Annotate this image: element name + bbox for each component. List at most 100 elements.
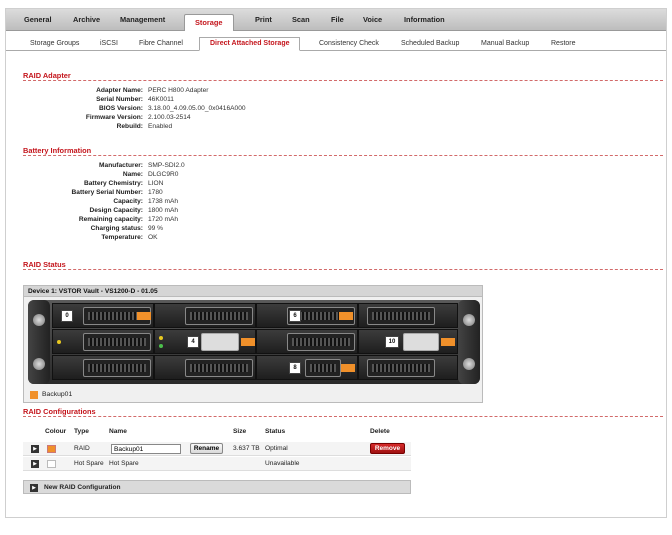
drive-grille <box>190 364 248 372</box>
col-status: Status <box>265 428 286 435</box>
remaining-capacity-label: Remaining capacity: <box>78 216 143 223</box>
bay-number: 8 <box>289 362 301 374</box>
battery-serial-label: Battery Serial Number: <box>71 189 143 196</box>
subtab-storage-groups[interactable]: Storage Groups <box>30 40 79 47</box>
drive-grille <box>88 338 146 346</box>
drive-grille <box>292 338 350 346</box>
tab-archive[interactable]: Archive <box>73 15 100 24</box>
row-type: Hot Spare <box>74 460 104 467</box>
battery-title: Battery Information <box>23 146 92 155</box>
divider <box>23 80 663 81</box>
subtab-consistency-check[interactable]: Consistency Check <box>319 40 379 47</box>
tab-general[interactable]: General <box>24 15 52 24</box>
design-capacity-value: 1800 mAh <box>148 207 179 214</box>
legend-label: Backup01 <box>42 391 73 398</box>
subtab-manual-backup[interactable]: Manual Backup <box>481 40 529 47</box>
serial-number-label: Serial Number: <box>96 96 143 103</box>
tab-storage[interactable]: Storage <box>184 14 234 32</box>
col-size: Size <box>233 428 247 435</box>
drive-bay[interactable] <box>52 329 154 354</box>
tab-storage-label: Storage <box>195 18 223 27</box>
subtab-scheduled-backup[interactable]: Scheduled Backup <box>401 40 459 47</box>
knob-icon <box>33 358 45 370</box>
colour-swatch <box>47 445 56 453</box>
drive-bay[interactable] <box>358 303 458 328</box>
charging-status-label: Charging status: <box>90 225 143 232</box>
tab-voice[interactable]: Voice <box>363 15 382 24</box>
raid-status-title: RAID Status <box>23 260 66 269</box>
left-rack-ear <box>28 300 50 384</box>
new-raid-config-button[interactable]: ▶ New RAID Configuration <box>23 480 411 494</box>
bay-number: 6 <box>289 310 301 322</box>
expand-icon[interactable]: ▶ <box>31 460 39 468</box>
drive-handle <box>201 333 239 351</box>
knob-icon <box>463 314 475 326</box>
drive-bay-0[interactable]: 0 <box>52 303 154 328</box>
bios-version-value: 3.18.00_4.09.05.00_0x0416A000 <box>148 105 246 112</box>
raid-member-indicator <box>137 312 151 320</box>
row-type: RAID <box>74 445 90 452</box>
firmware-version-value: 2.100.03-2514 <box>148 114 191 121</box>
drive-grille <box>88 364 146 372</box>
drive-bay[interactable] <box>52 355 154 380</box>
subtab-iscsi[interactable]: iSCSI <box>100 40 118 47</box>
drive-bay[interactable] <box>154 303 256 328</box>
raid-member-indicator <box>441 338 455 346</box>
rename-button[interactable]: Rename <box>190 443 223 454</box>
subtab-fibre-channel[interactable]: Fibre Channel <box>139 40 183 47</box>
main-nav: General Archive Management Storage Print… <box>6 9 666 32</box>
drive-bay-10[interactable]: 10 <box>358 329 458 354</box>
raid-legend: Backup01 <box>23 387 483 403</box>
colour-swatch <box>47 460 56 468</box>
drive-bay-8[interactable]: 8 <box>256 355 358 380</box>
status-led-icon <box>159 336 163 340</box>
tab-print[interactable]: Print <box>255 15 272 24</box>
legend-swatch <box>30 391 38 399</box>
device-header: Device 1: VSTOR Vault - VS1200-D - 01.05 <box>23 285 483 297</box>
capacity-value: 1738 mAh <box>148 198 179 205</box>
adapter-name-value: PERC H800 Adapter <box>148 87 209 94</box>
right-rack-ear <box>458 300 480 384</box>
capacity-label: Capacity: <box>113 198 143 205</box>
drive-bay[interactable] <box>154 355 256 380</box>
bay-number: 4 <box>187 336 199 348</box>
adapter-name-label: Adapter Name: <box>96 87 143 94</box>
manufacturer-label: Manufacturer: <box>99 162 143 169</box>
charging-status-value: 99 % <box>148 225 164 232</box>
tab-scan[interactable]: Scan <box>292 15 310 24</box>
tab-file[interactable]: File <box>331 15 344 24</box>
row-status: Optimal <box>265 445 288 452</box>
tab-management[interactable]: Management <box>120 15 165 24</box>
firmware-version-label: Firmware Version: <box>85 114 143 121</box>
subtab-direct-attached-storage[interactable]: Direct Attached Storage <box>199 37 301 51</box>
drive-handle <box>287 333 355 351</box>
drive-bay-4[interactable]: 4 <box>154 329 256 354</box>
design-capacity-label: Design Capacity: <box>89 207 144 214</box>
chemistry-value: LION <box>148 180 164 187</box>
col-name: Name <box>109 428 127 435</box>
tab-information[interactable]: Information <box>404 15 445 24</box>
raid-name-input[interactable] <box>111 444 181 454</box>
row-size: 3.637 TB <box>233 445 260 452</box>
row-status: Unavailable <box>265 460 300 467</box>
battery-name-label: Name: <box>122 171 143 178</box>
drive-bay-6[interactable]: 6 <box>256 303 358 328</box>
remaining-capacity-value: 1720 mAh <box>148 216 179 223</box>
subtab-restore[interactable]: Restore <box>551 40 576 47</box>
drive-bay[interactable] <box>256 329 358 354</box>
manufacturer-value: SMP-SDI2.0 <box>148 162 185 169</box>
bay-number: 0 <box>61 310 73 322</box>
drive-grille <box>372 312 430 320</box>
col-type: Type <box>74 428 89 435</box>
expand-icon[interactable]: ▶ <box>31 445 39 453</box>
temperature-value: OK <box>148 234 158 241</box>
temperature-label: Temperature: <box>101 234 143 241</box>
app-frame: General Archive Management Storage Print… <box>5 8 667 518</box>
drive-bay[interactable] <box>358 355 458 380</box>
bios-version-label: BIOS Version: <box>99 105 143 112</box>
chemistry-label: Battery Chemistry: <box>84 180 143 187</box>
table-header: Colour Type Name Size Status Delete <box>23 426 411 438</box>
remove-button[interactable]: Remove <box>370 443 405 454</box>
drive-handle <box>83 333 151 351</box>
drive-handle <box>83 359 151 377</box>
